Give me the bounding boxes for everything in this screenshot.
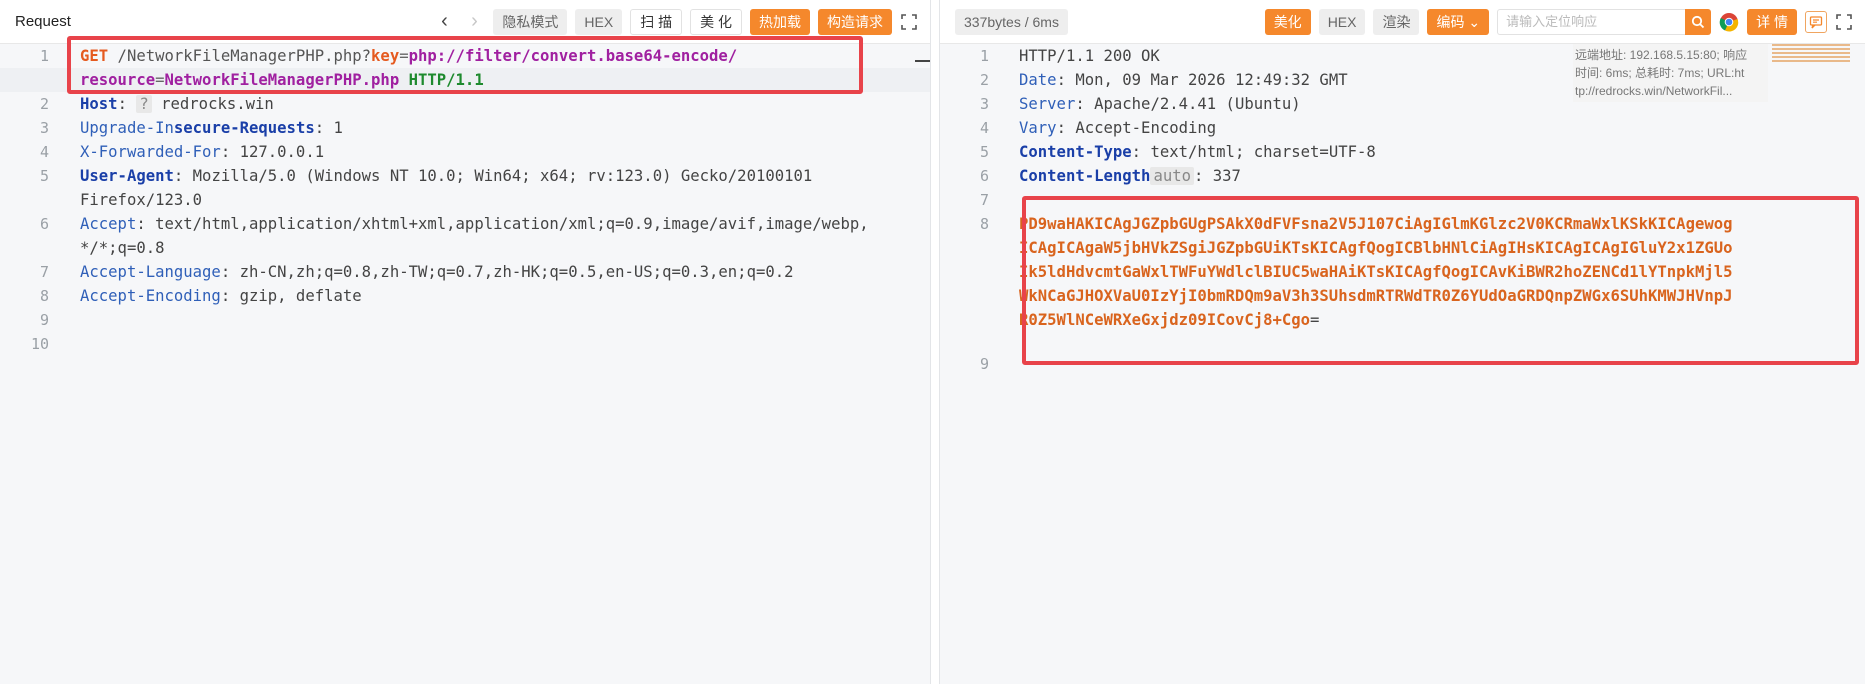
private-mode-button[interactable]: 隐私模式	[493, 8, 568, 35]
details-button[interactable]: 详 情	[1747, 8, 1797, 35]
response-hex-button[interactable]: HEX	[1318, 8, 1366, 35]
request-title: Request	[15, 13, 71, 30]
hot-load-button[interactable]: 热加载	[750, 8, 810, 35]
code-line: 5 User-Agent: Mozilla/5.0 (Windows NT 10…	[39, 167, 813, 185]
content-length-chip[interactable]: auto	[1150, 167, 1194, 185]
chrome-icon[interactable]	[1719, 12, 1739, 32]
code-line: 2 Host: ? redrocks.win	[39, 95, 274, 113]
search-icon[interactable]	[1685, 8, 1712, 35]
render-button[interactable]: 渲染	[1373, 8, 1420, 35]
back-arrow-icon[interactable]: ‹	[433, 10, 455, 33]
pane-divider[interactable]	[930, 0, 940, 684]
code-line: 10	[30, 335, 49, 353]
locate-response-search	[1497, 8, 1712, 35]
response-toolbar-actions: 美化 HEX 渲染 编码 ⌄ 详 情	[1264, 8, 1853, 35]
expand-icon[interactable]	[900, 13, 918, 31]
message-icon[interactable]	[1805, 10, 1827, 33]
code-line: Firefox/123.0	[80, 191, 203, 209]
response-info-panel: 远端地址: 192.168.5.15:80; 响应 时间: 6ms; 总耗时: …	[1573, 44, 1768, 102]
scrollbar-mark[interactable]	[915, 60, 930, 62]
response-body-highlight-box	[1022, 196, 1859, 365]
code-line: 5 Content-Type: text/html; charset=UTF-8	[979, 143, 1376, 161]
minimap[interactable]	[1772, 44, 1850, 66]
chevron-down-icon: ⌄	[1468, 13, 1481, 30]
code-line: */*;q=0.8	[80, 239, 165, 257]
forward-arrow-icon[interactable]: ›	[463, 10, 485, 33]
response-size-badge: 337bytes / 6ms	[955, 8, 1068, 35]
response-pane: 337bytes / 6ms 美化 HEX 渲染 编码 ⌄ 请输入定位响应 详 …	[940, 0, 1865, 684]
request-hex-button[interactable]: HEX	[575, 8, 623, 35]
code-line: 4 Vary: Accept-Encoding	[979, 119, 1217, 137]
response-toolbar: 337bytes / 6ms 美化 HEX 渲染 编码 ⌄ 请输入定位响应 详 …	[940, 0, 1865, 44]
scan-button[interactable]: 扫 描	[630, 8, 683, 35]
request-pane: Request ‹ › 隐私模式 HEX 扫 描 美 化 热加载 构造请求 1 …	[0, 0, 930, 684]
code-line: 7 Accept-Language: zh-CN,zh;q=0.8,zh-TW;…	[39, 263, 794, 281]
request-line-highlight-box	[67, 36, 863, 94]
code-line: 3 Upgrade-Insecure-Requests: 1	[39, 119, 343, 137]
code-line: 8 Accept-Encoding: gzip, deflate	[39, 287, 362, 305]
host-chip[interactable]: ?	[136, 95, 152, 113]
code-line: 4 X-Forwarded-For: 127.0.0.1	[39, 143, 325, 161]
build-request-button[interactable]: 构造请求	[818, 8, 892, 35]
locate-response-input[interactable]	[1497, 8, 1686, 35]
code-line: 6 Content-Length auto: 337	[979, 167, 1241, 185]
request-beautify-button[interactable]: 美 化	[690, 8, 742, 35]
response-beautify-button[interactable]: 美化	[1264, 8, 1311, 35]
code-line: 6 Accept: text/html,application/xhtml+xm…	[39, 215, 869, 233]
expand-icon[interactable]	[1835, 13, 1853, 31]
request-editor[interactable]: 1 GET /NetworkFileManagerPHP.php?key=php…	[0, 44, 930, 684]
encoding-dropdown[interactable]: 编码 ⌄	[1427, 8, 1490, 35]
request-toolbar-actions: ‹ › 隐私模式 HEX 扫 描 美 化 热加载 构造请求	[433, 8, 918, 35]
code-line: 9	[39, 311, 49, 329]
